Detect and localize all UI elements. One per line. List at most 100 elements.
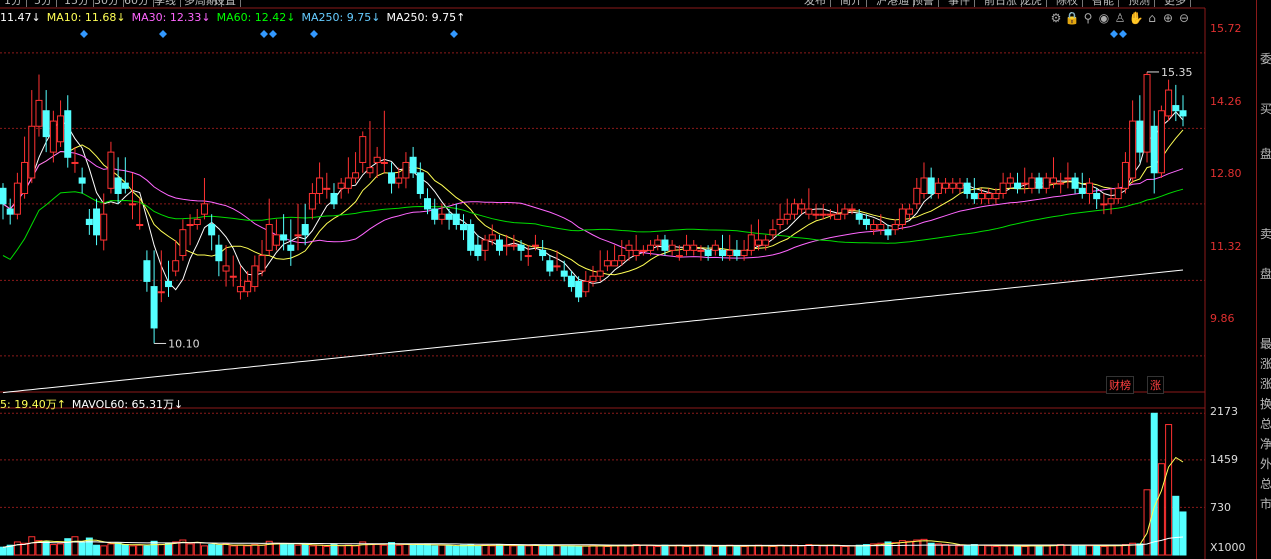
volume-bar <box>503 544 511 556</box>
candle-body <box>726 249 734 257</box>
volume-bar <box>251 544 259 556</box>
candle-body <box>531 244 539 247</box>
volume-bar <box>805 544 813 556</box>
volume-bar <box>841 546 849 556</box>
volume-bar <box>193 542 201 556</box>
volume-bar <box>93 544 101 556</box>
side-panel-label: 换 <box>1260 397 1271 411</box>
volume-bar <box>963 544 971 556</box>
volume-bar <box>510 545 518 556</box>
candle-body <box>790 203 798 215</box>
volume-bar <box>683 546 691 556</box>
volume-bar <box>1035 544 1043 556</box>
volume-bar <box>812 544 820 556</box>
volume-bar <box>114 542 122 556</box>
volume-bar <box>100 545 108 556</box>
candle-body <box>1049 177 1057 184</box>
volume-bar <box>783 545 791 556</box>
volume-bar <box>596 545 604 556</box>
volume-bar <box>1114 544 1122 556</box>
volume-bar <box>388 542 396 556</box>
volume-bar <box>1085 545 1093 556</box>
volume-bar <box>1049 544 1057 556</box>
volume-bar <box>49 544 57 556</box>
candle-body <box>719 249 727 257</box>
volume-bar <box>244 545 252 556</box>
volume-bar <box>690 545 698 556</box>
volume-bar <box>481 544 489 556</box>
zoom-out-icon[interactable]: ⊖ <box>1176 11 1192 25</box>
volume-bar <box>1172 495 1180 556</box>
candle-body <box>301 224 309 236</box>
volume-bar <box>280 543 288 556</box>
candle-body <box>949 182 957 189</box>
candlestick-series <box>0 71 1187 344</box>
settings-icon[interactable]: ⚙ <box>1048 11 1064 25</box>
volume-bar <box>258 544 266 556</box>
volume-legend-item: 5: 19.40万↑ <box>0 398 66 411</box>
price-tick-label: 11.32 <box>1210 240 1242 253</box>
candle-body <box>21 161 29 194</box>
side-panel-label: 盘 <box>1260 267 1271 281</box>
volume-bar <box>819 545 827 556</box>
candle-body <box>229 275 237 278</box>
candle-body <box>1129 120 1137 179</box>
caibang-tag[interactable]: 财榜 <box>1106 376 1134 394</box>
candle-body <box>316 177 324 194</box>
volume-bar <box>978 544 986 556</box>
candle-body <box>978 192 986 200</box>
filter-icon[interactable]: ⚲ <box>1080 11 1096 25</box>
candle-body <box>1021 182 1029 185</box>
candle-body <box>877 224 885 231</box>
candle-body <box>747 234 755 251</box>
event-marker <box>1119 30 1127 38</box>
candle-body <box>898 208 906 226</box>
volume-bar <box>711 546 719 556</box>
volume-bar <box>603 546 611 556</box>
candle-body <box>697 249 705 252</box>
volume-bar <box>625 545 633 556</box>
candle-body <box>985 192 993 200</box>
hand-icon[interactable]: ✋ <box>1128 11 1144 25</box>
candle-body <box>323 187 331 190</box>
ma-legend: 11.47↓ MA10: 11.68↓ MA30: 12.33↓ MA60: 12.4… <box>0 11 471 25</box>
eye-icon[interactable]: ◉ <box>1096 11 1112 25</box>
volume-bar <box>719 545 727 556</box>
volume-bar <box>582 545 590 556</box>
candle-body <box>445 213 453 220</box>
candle-body <box>683 244 691 251</box>
candle-body <box>661 239 669 251</box>
candle-body <box>1172 105 1180 112</box>
candle-body <box>172 260 180 272</box>
cup-icon[interactable]: ♙ <box>1112 11 1128 25</box>
volume-bar <box>769 546 777 556</box>
candle-body <box>452 213 460 226</box>
candle-body <box>459 224 467 231</box>
volume-bar <box>157 544 165 556</box>
candle-body <box>395 177 403 184</box>
home-icon[interactable]: ⌂ <box>1144 11 1160 25</box>
lock-icon[interactable]: 🔒 <box>1064 11 1080 25</box>
candle-body <box>1150 125 1158 174</box>
volume-bar <box>661 544 669 556</box>
zhang-tag[interactable]: 涨 <box>1147 376 1164 394</box>
candle-body <box>6 208 14 215</box>
price-tick-label: 9.86 <box>1210 312 1235 325</box>
volume-bar <box>531 544 539 556</box>
volume-bar <box>524 545 532 556</box>
volume-bar <box>402 544 410 556</box>
candle-body <box>1064 177 1072 180</box>
candle-body <box>553 265 561 268</box>
candle-body <box>388 172 396 184</box>
volume-bar <box>1179 511 1187 556</box>
zoom-in-icon[interactable]: ⊕ <box>1160 11 1176 25</box>
volume-ma5-line <box>2 456 1184 548</box>
candle-body <box>625 244 633 251</box>
volume-series <box>0 412 1187 556</box>
volume-bar <box>575 546 583 556</box>
candle-body <box>373 156 381 163</box>
volume-bar <box>21 542 29 556</box>
candle-body <box>186 224 194 227</box>
candle-body <box>1028 177 1036 189</box>
candle-body <box>546 260 554 272</box>
